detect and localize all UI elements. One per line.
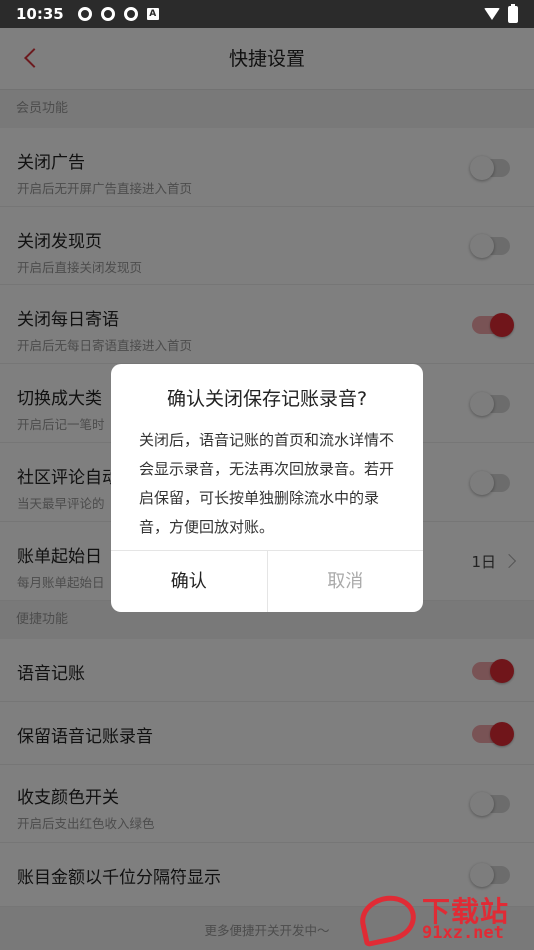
site-watermark: 下载站 91xz.net [355, 890, 530, 948]
sync-ring-icon [100, 7, 115, 21]
watermark-url: 91xz.net [422, 923, 504, 943]
wifi-icon [484, 8, 500, 20]
a-badge-icon: A [146, 8, 159, 20]
sync-ring-icon [77, 7, 92, 21]
confirm-button[interactable]: 确认 [111, 551, 268, 612]
status-bar: 10:35 A [0, 0, 534, 28]
watermark-logo-icon [355, 890, 421, 948]
dialog-message: 关闭后，语音记账的首页和流水详情不会显示录音，无法再次回放录音。若开启保留，可长… [139, 431, 395, 536]
dialog-actions: 确认 取消 [111, 550, 423, 612]
cancel-button[interactable]: 取消 [268, 551, 424, 612]
confirm-dialog: 确认关闭保存记账录音? 关闭后，语音记账的首页和流水详情不会显示录音，无法再次回… [111, 364, 423, 612]
dialog-title: 确认关闭保存记账录音? [166, 388, 368, 410]
status-time: 10:35 [16, 5, 64, 23]
battery-icon [508, 3, 518, 23]
sync-ring-icon [123, 7, 138, 21]
